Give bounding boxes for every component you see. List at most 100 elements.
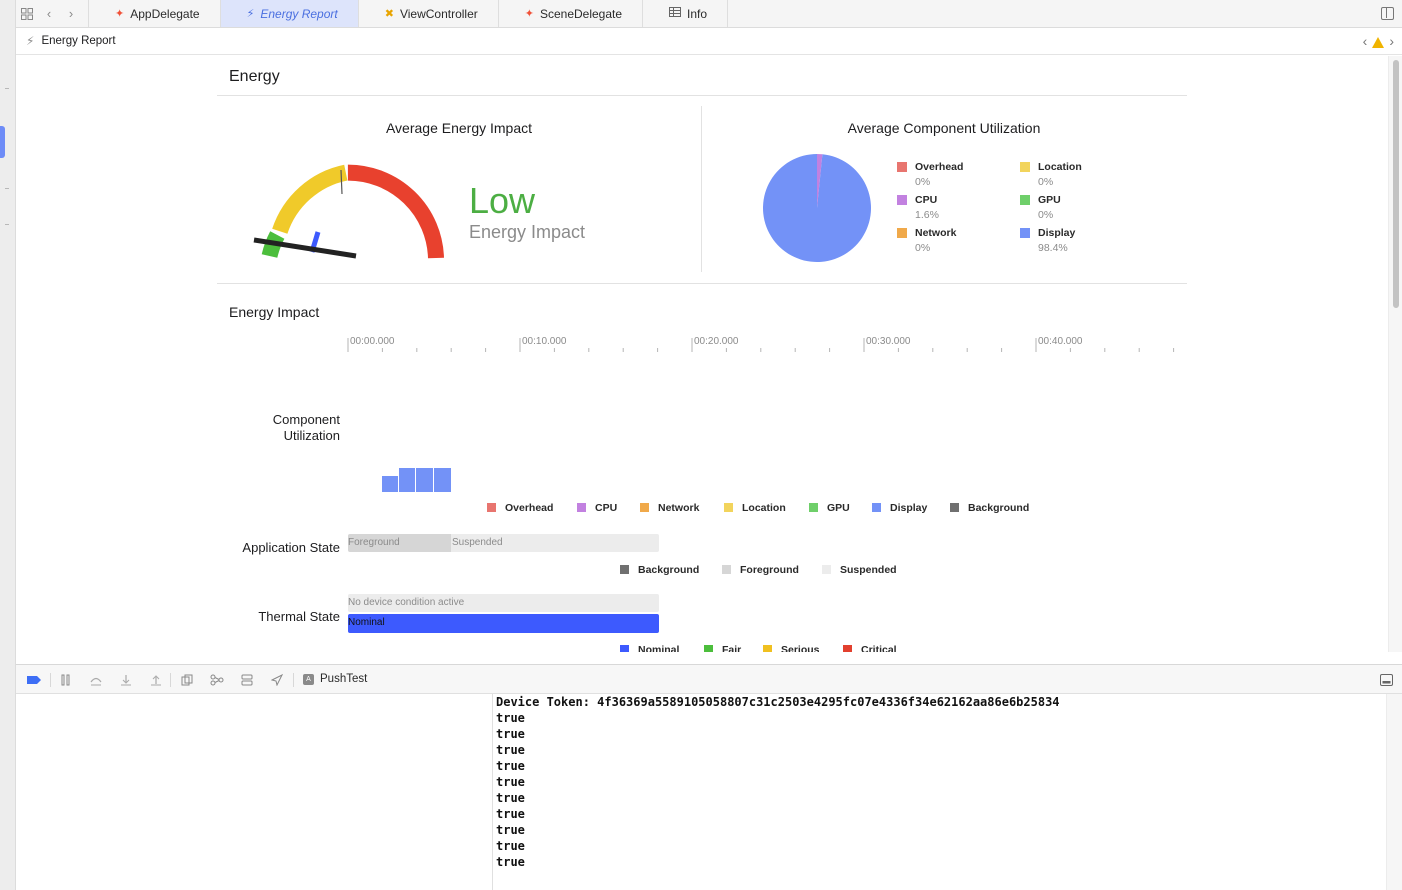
toolbar-separator (50, 673, 51, 687)
timeline-legend-display: Display (872, 502, 927, 514)
gauge-yellow-arc (272, 164, 348, 235)
legend-swatch (822, 565, 831, 574)
toolbar-separator (170, 673, 171, 687)
app-state-foreground-label: Foreground (348, 537, 400, 548)
environment-overrides-icon[interactable] (239, 672, 255, 688)
report-scrollbar[interactable] (1388, 56, 1402, 652)
tab-label: SceneDelegate (539, 6, 623, 21)
legend-label: Location (1038, 161, 1082, 173)
legend-swatch (843, 645, 852, 652)
legend-swatch (704, 645, 713, 652)
tab-label: AppDelegate (130, 6, 200, 21)
legend-label: Overhead (915, 161, 964, 173)
debug-target-name[interactable]: PushTest (320, 673, 367, 685)
tab-scenedelegate[interactable]: ✦ SceneDelegate (497, 0, 642, 27)
tab-appdelegate[interactable]: ✦ AppDelegate (88, 0, 220, 27)
console-line: true (496, 775, 525, 789)
grid-icon[interactable] (16, 0, 38, 27)
app-state-legend-foreground: Foreground (722, 564, 799, 576)
section-title-energy-impact: Energy Impact (229, 304, 320, 320)
left-gutter (0, 0, 16, 890)
legend-swatch (897, 195, 907, 205)
legend-label: CPU (595, 502, 618, 514)
legend-label: CPU (915, 194, 938, 206)
legend-label: Overhead (505, 502, 554, 514)
warning-icon[interactable] (1372, 36, 1385, 48)
tab-energy-report[interactable]: ⚡︎ Energy Report (219, 0, 358, 27)
timeline-legend-location: Location (724, 502, 786, 514)
timeline-tick-label: 00:10.000 (522, 336, 567, 347)
simulate-location-icon[interactable] (269, 672, 285, 688)
console-line: true (496, 711, 525, 725)
legend-swatch (620, 645, 629, 652)
legend-value: 0% (1038, 209, 1054, 221)
console-line: true (496, 823, 525, 837)
legend-value: 98.4% (1038, 242, 1068, 254)
console-line: true (496, 743, 525, 757)
toolbar-separator (293, 673, 294, 687)
row-label-component-utilization: Component Utilization (272, 412, 340, 443)
avg-component-util-heading: Average Component Utilization (847, 120, 1041, 136)
console-output[interactable]: Device Token: 4f36369a5589105058807c31c2… (494, 694, 1386, 890)
legend-swatch (809, 503, 818, 512)
previous-issue-chevron-icon[interactable]: ‹ (1363, 33, 1368, 49)
next-issue-chevron-icon[interactable]: › (1389, 33, 1394, 49)
legend-label: Serious (781, 644, 820, 652)
variables-view[interactable] (16, 694, 493, 890)
breadcrumb-item[interactable]: Energy Report (41, 35, 115, 47)
forward-chevron-icon[interactable]: › (60, 0, 82, 27)
legend-label: Network (915, 227, 957, 239)
avg-energy-impact-heading: Average Energy Impact (385, 120, 533, 136)
thermal-legend-nominal: Nominal (620, 644, 679, 652)
gutter-tick (5, 88, 9, 89)
step-out-icon[interactable] (148, 672, 164, 688)
tab-label: ViewController (399, 6, 478, 21)
console-line: true (496, 855, 525, 869)
split-editor-icon[interactable] (1381, 7, 1394, 20)
pause-icon[interactable] (58, 672, 74, 688)
bolt-icon: ⚡︎ (26, 34, 35, 48)
tab-info[interactable]: Info (642, 0, 729, 27)
row-label-thermal-state: Thermal State (258, 609, 340, 624)
legend-label: Display (1038, 227, 1076, 239)
navigator-selection-marker[interactable] (0, 126, 5, 158)
legend-label: Fair (722, 644, 742, 652)
component-utilization-pie (763, 154, 871, 262)
tab-label: Energy Report (260, 6, 338, 21)
editor-tab-bar: ‹ › ✦ AppDelegate ⚡︎ Energy Report ✖ Vie… (16, 0, 1402, 28)
panel-divider (701, 106, 702, 272)
tab-viewcontroller[interactable]: ✖ ViewController (357, 0, 498, 27)
scrollbar-thumb[interactable] (1393, 60, 1399, 308)
legend-label: Critical (861, 644, 897, 652)
legend-label: Background (968, 502, 1030, 514)
memory-graph-icon[interactable] (209, 672, 225, 688)
row-label-application-state: Application State (242, 540, 340, 555)
app-state-legend-background: Background (620, 564, 699, 576)
console-line: Device Token: 4f36369a5589105058807c31c2… (496, 695, 1060, 709)
view-hierarchy-icon[interactable] (179, 672, 195, 688)
legend-swatch (1020, 162, 1030, 172)
thermal-legend-serious: Serious (763, 644, 820, 652)
legend-label: Display (890, 502, 928, 514)
utilization-bar (382, 476, 398, 492)
legend-swatch (872, 503, 881, 512)
step-over-icon[interactable] (88, 672, 104, 688)
hide-debug-area-icon[interactable] (1378, 672, 1394, 688)
thermal-nominal-label: Nominal (348, 617, 385, 628)
console-line: true (496, 807, 525, 821)
step-into-icon[interactable] (118, 672, 134, 688)
back-chevron-icon[interactable]: ‹ (38, 0, 60, 27)
timeline-legend-background: Background (950, 502, 1029, 514)
legend-swatch (1020, 228, 1030, 238)
legend-label: GPU (827, 502, 850, 514)
legend-label: Network (658, 502, 700, 514)
divider (217, 283, 1187, 284)
timeline-legend-network: Network (640, 502, 699, 514)
breakpoints-toggle-icon[interactable] (26, 672, 42, 688)
legend-swatch (722, 565, 731, 574)
legend-label: Suspended (840, 564, 897, 576)
utilization-bar (434, 468, 451, 492)
legend-swatch (950, 503, 959, 512)
legend-swatch (763, 645, 772, 652)
console-scrollbar[interactable] (1386, 694, 1402, 890)
